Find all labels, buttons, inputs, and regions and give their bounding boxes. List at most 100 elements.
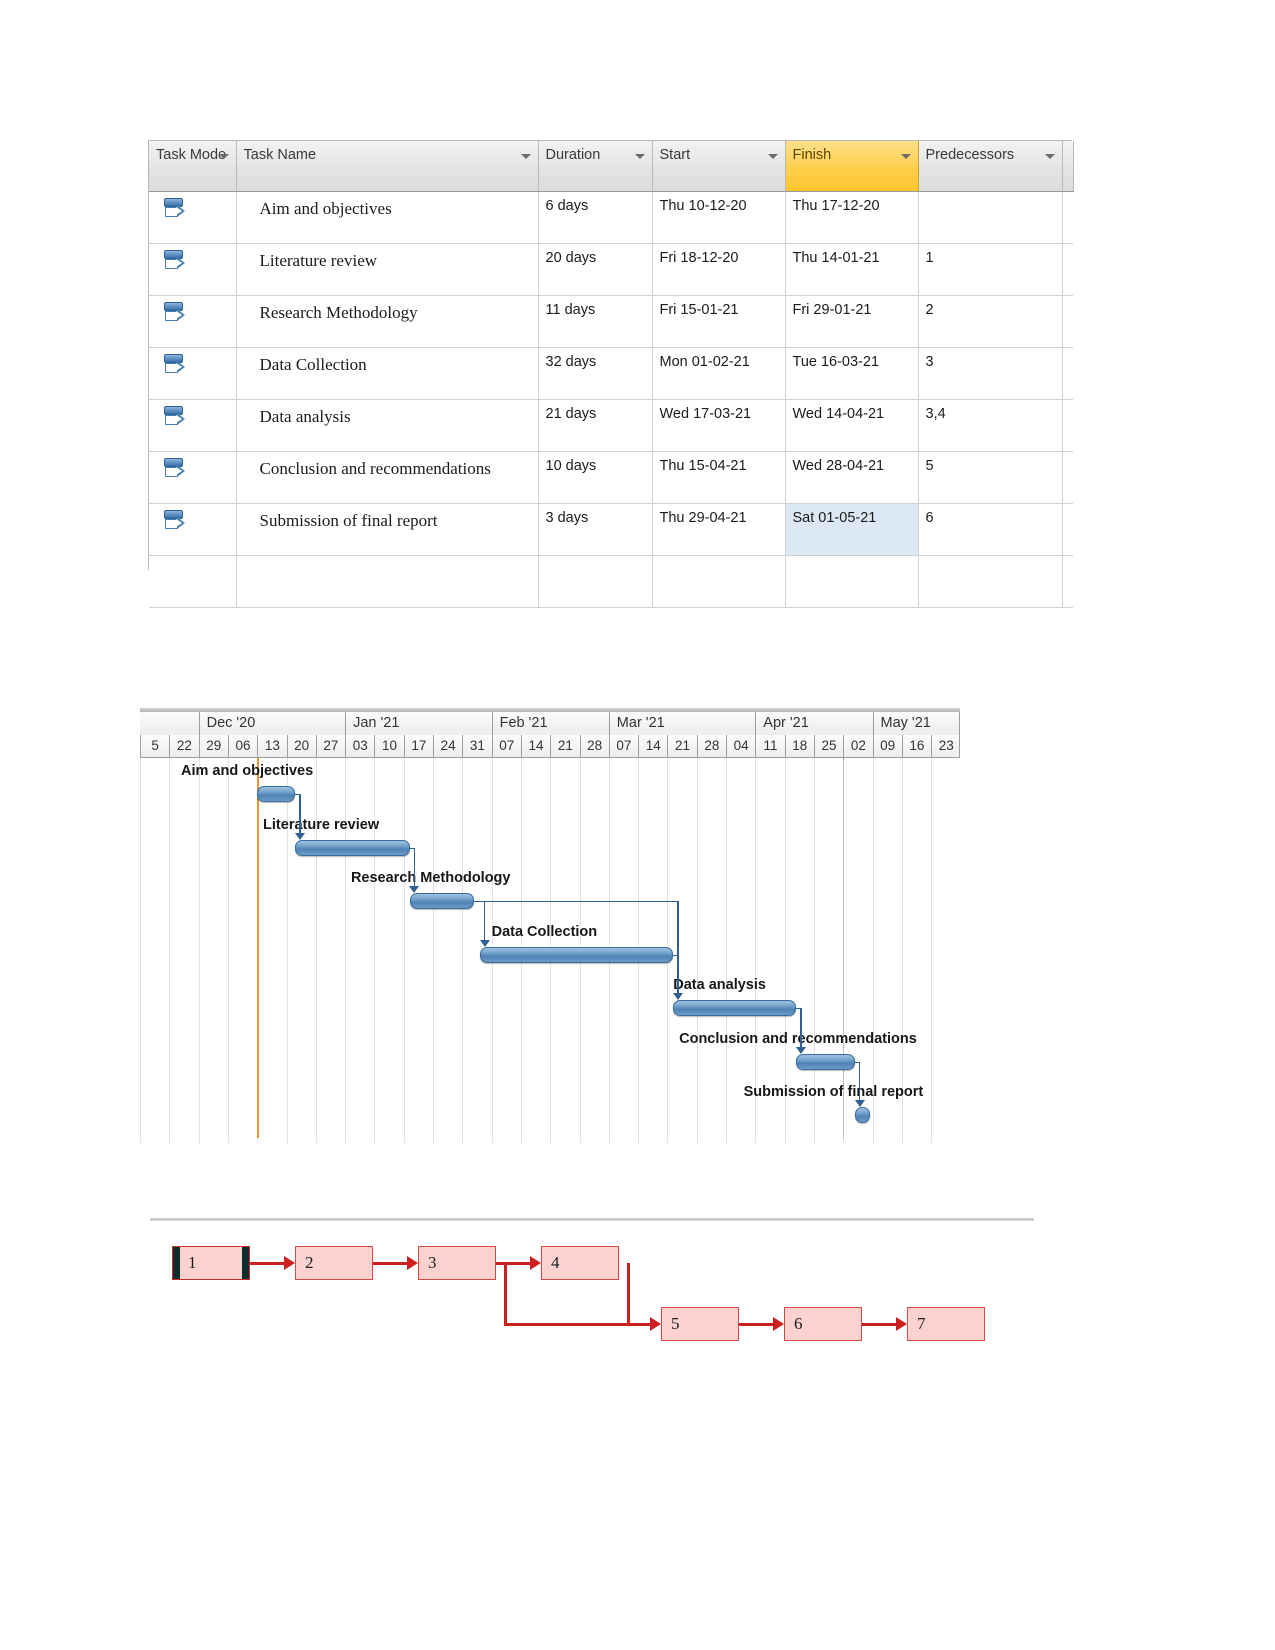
cell-predecessors[interactable]: 3,4 bbox=[918, 399, 1063, 452]
cell-duration[interactable]: 6 days bbox=[538, 191, 653, 244]
cell-task-mode[interactable] bbox=[149, 347, 237, 400]
cell-task-name[interactable]: Aim and objectives bbox=[236, 191, 539, 244]
gantt-bar[interactable] bbox=[854, 1107, 870, 1123]
cell-start[interactable]: Thu 29-04-21 bbox=[652, 503, 786, 556]
cell-start[interactable]: Mon 01-02-21 bbox=[652, 347, 786, 400]
column-header-start[interactable]: Start bbox=[652, 141, 786, 192]
cell-task-mode[interactable] bbox=[149, 399, 237, 452]
cell-finish[interactable]: Thu 17-12-20 bbox=[785, 191, 919, 244]
cell-start[interactable]: Wed 17-03-21 bbox=[652, 399, 786, 452]
gantt-bar-label: Data analysis bbox=[673, 977, 766, 993]
table-row[interactable]: Research Methodology 11 days Fri 15-01-2… bbox=[149, 295, 1073, 348]
cell-predecessors[interactable] bbox=[918, 555, 1063, 608]
task-entry-table[interactable]: Task Mode Task Name Duration Start Finis… bbox=[148, 140, 1074, 608]
table-row[interactable]: Literature review 20 days Fri 18-12-20 T… bbox=[149, 243, 1073, 296]
chevron-down-icon[interactable] bbox=[1044, 154, 1055, 159]
cell-finish[interactable]: Wed 28-04-21 bbox=[785, 451, 919, 504]
cell-duration[interactable]: 11 days bbox=[538, 295, 653, 348]
cell-task-name[interactable]: Conclusion and recommendations bbox=[236, 451, 539, 504]
column-header-finish[interactable]: Finish bbox=[785, 141, 919, 192]
cell-task-name[interactable] bbox=[236, 555, 539, 608]
column-header-overflow[interactable] bbox=[1062, 141, 1074, 192]
cell-overflow bbox=[1062, 243, 1073, 296]
gantt-bar-label: Aim and objectives bbox=[181, 763, 314, 779]
column-header-duration[interactable]: Duration bbox=[538, 141, 653, 192]
gantt-gridline bbox=[169, 758, 171, 1143]
cell-duration[interactable]: 32 days bbox=[538, 347, 653, 400]
cell-duration[interactable]: 10 days bbox=[538, 451, 653, 504]
cell-finish[interactable]: Fri 29-01-21 bbox=[785, 295, 919, 348]
cell-task-mode[interactable] bbox=[149, 295, 237, 348]
timeline-week-label: 04 bbox=[726, 735, 755, 757]
cell-start[interactable]: Fri 15-01-21 bbox=[652, 295, 786, 348]
table-row-empty[interactable] bbox=[149, 555, 1073, 608]
cell-duration[interactable] bbox=[538, 555, 653, 608]
gantt-bar[interactable] bbox=[295, 839, 410, 856]
gantt-bar[interactable] bbox=[257, 786, 296, 802]
chevron-down-icon[interactable] bbox=[634, 154, 645, 159]
cell-predecessors[interactable]: 2 bbox=[918, 295, 1063, 348]
chevron-down-icon[interactable] bbox=[767, 154, 778, 159]
cell-task-name[interactable]: Research Methodology bbox=[236, 295, 539, 348]
gantt-chart[interactable]: Dec '20 Jan '21 Feb '21 Mar '21 Apr '21 May '… bbox=[140, 708, 960, 1143]
cell-predecessors[interactable]: 5 bbox=[918, 451, 1063, 504]
column-header-task-name[interactable]: Task Name bbox=[236, 141, 539, 192]
cell-task-mode[interactable] bbox=[149, 503, 237, 556]
cell-task-mode[interactable] bbox=[149, 243, 237, 296]
cell-task-mode[interactable] bbox=[149, 451, 237, 504]
cell-predecessors[interactable] bbox=[918, 191, 1063, 244]
cell-predecessors[interactable]: 1 bbox=[918, 243, 1063, 296]
table-row[interactable]: Conclusion and recommendations 10 days T… bbox=[149, 451, 1073, 504]
table-row[interactable]: Submission of final report 3 days Thu 29… bbox=[149, 503, 1073, 556]
cell-finish[interactable]: Tue 16-03-21 bbox=[785, 347, 919, 400]
cell-task-mode[interactable] bbox=[149, 191, 237, 244]
timeline-month-label: Dec '20 bbox=[198, 712, 346, 735]
table-row[interactable]: Aim and objectives 6 days Thu 10-12-20 T… bbox=[149, 191, 1073, 244]
network-node[interactable]: 5 bbox=[661, 1307, 739, 1341]
cell-predecessors[interactable]: 6 bbox=[918, 503, 1063, 556]
column-header-predecessors-label: Predecessors bbox=[925, 147, 1015, 163]
cell-task-mode[interactable] bbox=[149, 555, 237, 608]
cell-start[interactable]: Thu 10-12-20 bbox=[652, 191, 786, 244]
cell-task-name[interactable]: Submission of final report bbox=[236, 503, 539, 556]
network-edge bbox=[627, 1263, 630, 1324]
cell-finish[interactable]: Wed 14-04-21 bbox=[785, 399, 919, 452]
table-row[interactable]: Data Collection 32 days Mon 01-02-21 Tue… bbox=[149, 347, 1073, 400]
chevron-down-icon[interactable] bbox=[520, 154, 531, 159]
cell-finish[interactable] bbox=[785, 555, 919, 608]
cell-predecessors[interactable]: 3 bbox=[918, 347, 1063, 400]
cell-task-name[interactable]: Literature review bbox=[236, 243, 539, 296]
cell-duration[interactable]: 3 days bbox=[538, 503, 653, 556]
cell-start[interactable] bbox=[652, 555, 786, 608]
gantt-bar[interactable] bbox=[409, 893, 474, 909]
chevron-down-icon[interactable] bbox=[900, 154, 911, 159]
auto-schedule-icon bbox=[163, 248, 189, 274]
cell-start[interactable]: Fri 18-12-20 bbox=[652, 243, 786, 296]
network-node[interactable]: 4 bbox=[541, 1246, 619, 1280]
cell-finish-selected[interactable]: Sat 01-05-21 bbox=[785, 503, 919, 556]
timeline-week-label: 20 bbox=[286, 735, 316, 757]
network-diagram[interactable]: 1 2 3 4 5 6 7 bbox=[150, 1218, 1050, 1358]
network-node[interactable]: 1 bbox=[172, 1246, 250, 1280]
cell-task-name[interactable]: Data Collection bbox=[236, 347, 539, 400]
timeline-month-row: Dec '20 Jan '21 Feb '21 Mar '21 Apr '21 May '… bbox=[140, 712, 960, 736]
column-header-task-mode[interactable]: Task Mode bbox=[149, 141, 237, 192]
cell-task-name[interactable]: Data analysis bbox=[236, 399, 539, 452]
gantt-bar[interactable] bbox=[796, 1053, 855, 1070]
cell-finish[interactable]: Thu 14-01-21 bbox=[785, 243, 919, 296]
cell-start[interactable]: Thu 15-04-21 bbox=[652, 451, 786, 504]
column-header-predecessors[interactable]: Predecessors bbox=[918, 141, 1063, 192]
timeline-week-label: 10 bbox=[374, 735, 403, 757]
gantt-bar[interactable] bbox=[479, 946, 674, 963]
cell-duration[interactable]: 20 days bbox=[538, 243, 653, 296]
chevron-down-icon[interactable] bbox=[218, 154, 229, 159]
network-node[interactable]: 7 bbox=[907, 1307, 985, 1341]
gantt-bar[interactable] bbox=[673, 1000, 797, 1016]
network-node[interactable]: 2 bbox=[295, 1246, 373, 1280]
network-node[interactable]: 6 bbox=[784, 1307, 862, 1341]
cell-duration[interactable]: 21 days bbox=[538, 399, 653, 452]
network-node[interactable]: 3 bbox=[418, 1246, 496, 1280]
table-row[interactable]: Data analysis 21 days Wed 17-03-21 Wed 1… bbox=[149, 399, 1073, 452]
gantt-link-arrow-icon bbox=[854, 1100, 865, 1107]
gantt-plot-area[interactable]: Aim and objectives Literature review Resea… bbox=[140, 758, 960, 1143]
